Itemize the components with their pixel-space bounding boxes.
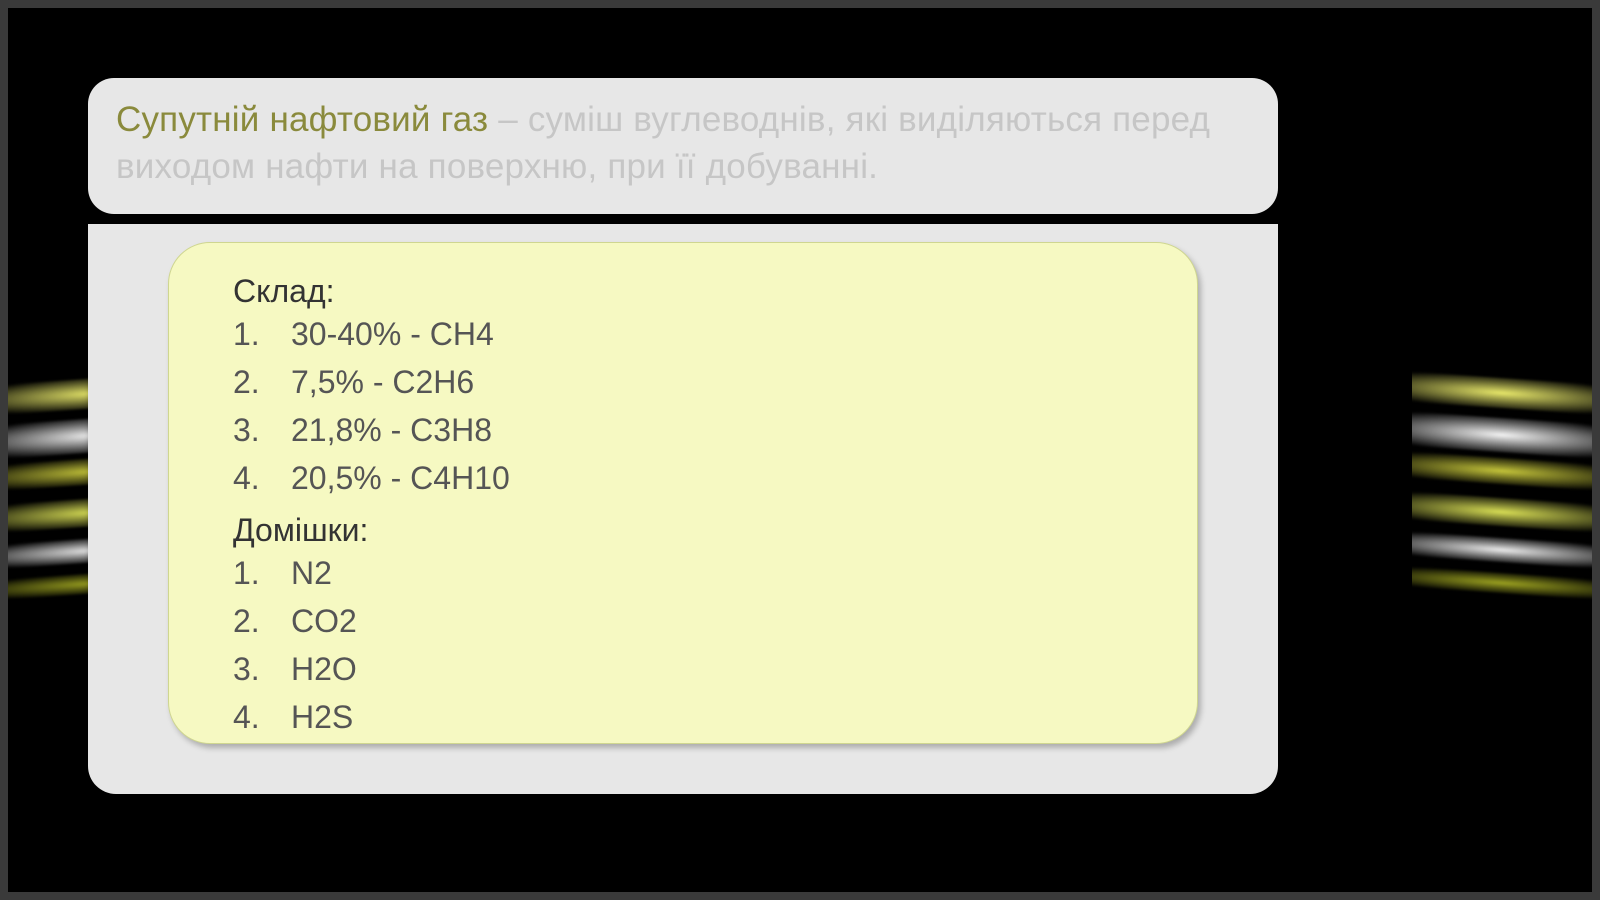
list-item: 30-40% - СН4 (233, 310, 1149, 358)
title-term: Супутній нафтовий газ (116, 100, 498, 139)
impurities-list: N2 CO2 H2O H2S (233, 549, 1149, 741)
section-label-composition: Склад: (233, 273, 1149, 310)
body-card: Склад: 30-40% - СН4 7,5% - С2Н6 21,8% - … (88, 224, 1278, 794)
composition-list: 30-40% - СН4 7,5% - С2Н6 21,8% - С3Н8 20… (233, 310, 1149, 502)
list-item: H2O (233, 645, 1149, 693)
title-card: Супутній нафтовий газ – суміш вуглеводні… (88, 78, 1278, 214)
title-text: Супутній нафтовий газ – суміш вуглеводні… (116, 96, 1250, 191)
title-separator: – (498, 100, 528, 139)
content-card: Склад: 30-40% - СН4 7,5% - С2Н6 21,8% - … (168, 242, 1198, 744)
list-item: 7,5% - С2Н6 (233, 358, 1149, 406)
list-item: CO2 (233, 597, 1149, 645)
section-label-impurities: Домішки: (233, 512, 1149, 549)
list-item: H2S (233, 693, 1149, 741)
decorative-glow-right (1412, 348, 1592, 628)
list-item: 21,8% - С3Н8 (233, 406, 1149, 454)
list-item: 20,5% - С4Н10 (233, 454, 1149, 502)
slide: Супутній нафтовий газ – суміш вуглеводні… (8, 8, 1592, 892)
list-item: N2 (233, 549, 1149, 597)
